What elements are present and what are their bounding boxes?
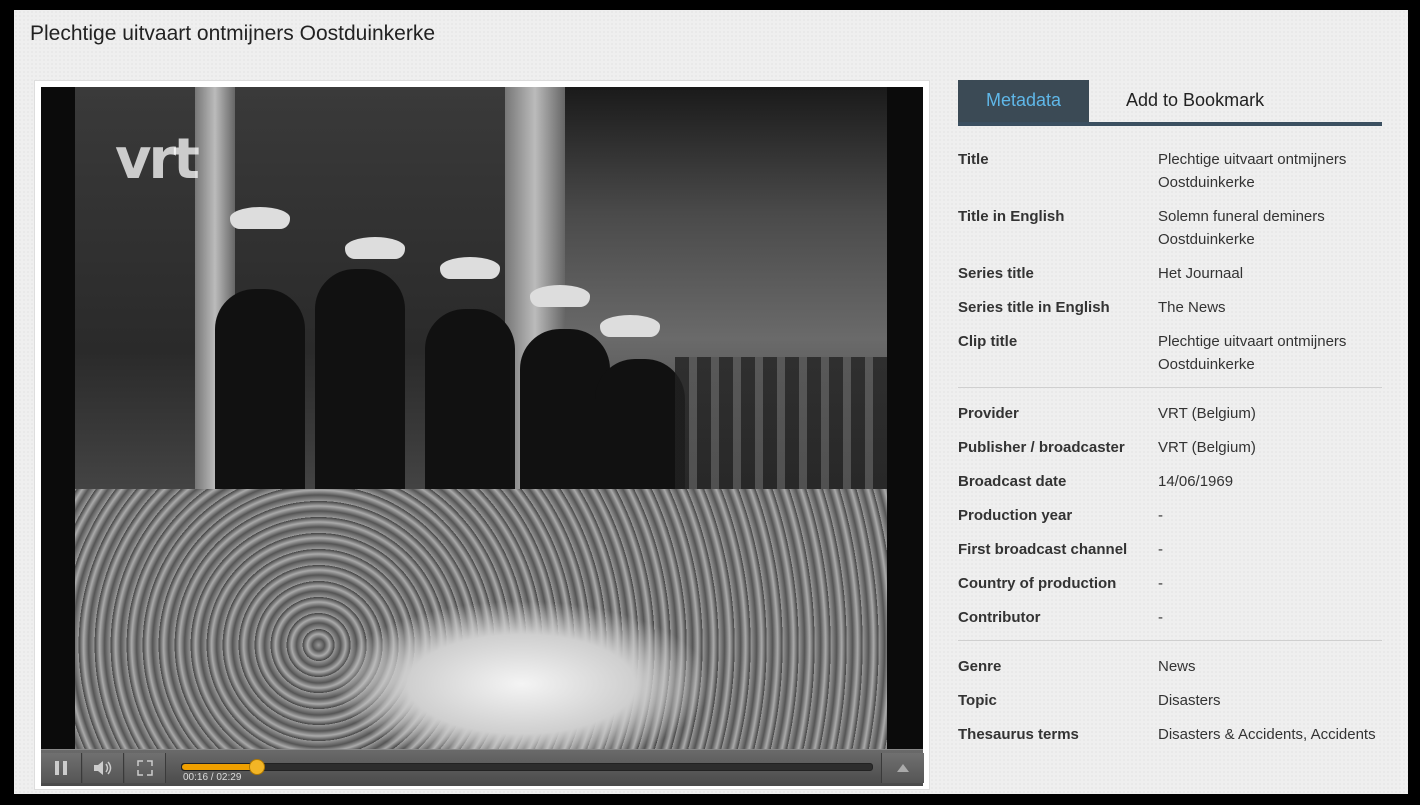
metadata-value: Disasters & Accidents, Accidents xyxy=(1158,726,1376,743)
video-flowers xyxy=(75,489,887,749)
metadata-row: Thesaurus terms Disasters & Accidents, Ac… xyxy=(958,723,1382,746)
metadata-value: Het Journaal xyxy=(1158,265,1244,282)
page-title: Plechtige uitvaart ontmijners Oostduinke… xyxy=(30,22,436,45)
metadata-row: Topic Disasters xyxy=(958,689,1382,712)
metadata-key: Country of production xyxy=(958,575,1117,592)
video-display[interactable]: vrt xyxy=(41,87,923,749)
metadata-key: Provider xyxy=(958,405,1019,422)
metadata-value: VRT (Belgium) xyxy=(1158,439,1256,456)
metadata-key: Production year xyxy=(958,507,1073,524)
fullscreen-icon xyxy=(137,760,153,776)
metadata-key: Publisher / broadcaster xyxy=(958,439,1125,456)
video-figure-cap xyxy=(345,237,405,259)
player-controls: 00:16 / 02:29 xyxy=(41,749,924,786)
metadata-key: Title in English xyxy=(958,208,1065,225)
progress-fill xyxy=(182,764,257,770)
tab-add-to-bookmark[interactable]: Add to Bookmark xyxy=(1098,80,1292,122)
metadata-row: Series title in English The News xyxy=(958,296,1382,319)
metadata-value: - xyxy=(1158,541,1163,558)
volume-icon xyxy=(94,761,112,775)
metadata-value: Plechtige uitvaart ontmijners Oostduinke… xyxy=(1158,151,1347,191)
metadata-key: Series title in English xyxy=(958,299,1110,316)
metadata-key: Topic xyxy=(958,692,997,709)
vrt-logo: vrt xyxy=(115,127,200,192)
metadata-row: Series title Het Journaal xyxy=(958,262,1382,285)
metadata-key: Clip title xyxy=(958,333,1018,350)
metadata-key: Series title xyxy=(958,265,1034,282)
metadata-key: Genre xyxy=(958,658,1002,675)
metadata-value: 14/06/1969 xyxy=(1158,473,1234,490)
metadata-row: Provider VRT (Belgium) xyxy=(958,402,1382,425)
volume-button[interactable] xyxy=(83,753,124,783)
metadata-key: Title xyxy=(958,151,989,168)
metadata-value: Solemn funeral deminers Oostduinkerke xyxy=(1158,208,1325,248)
metadata-value: News xyxy=(1158,658,1196,675)
video-crowd xyxy=(675,357,887,507)
metadata-row: Publisher / broadcaster VRT (Belgium) xyxy=(958,436,1382,459)
video-figure-cap xyxy=(600,315,660,337)
metadata-value: The News xyxy=(1158,299,1226,316)
page: Plechtige uitvaart ontmijners Oostduinke… xyxy=(14,10,1408,794)
metadata-key: Thesaurus terms xyxy=(958,726,1079,743)
metadata-value: - xyxy=(1158,575,1163,592)
tab-bar: Metadata Add to Bookmark xyxy=(958,80,1382,126)
divider xyxy=(958,640,1382,641)
fullscreen-button[interactable] xyxy=(125,753,166,783)
video-frame: vrt xyxy=(75,87,887,749)
metadata-key: Contributor xyxy=(958,609,1041,626)
metadata-value: VRT (Belgium) xyxy=(1158,405,1256,422)
metadata-value: Disasters xyxy=(1158,692,1221,709)
metadata-row: Clip title Plechtige uitvaart ontmijners … xyxy=(958,330,1382,376)
metadata-row: Title in English Solemn funeral deminers … xyxy=(958,205,1382,251)
video-figure-cap xyxy=(530,285,590,307)
expand-up-icon xyxy=(897,764,909,772)
metadata-value: - xyxy=(1158,507,1163,524)
metadata-row: Contributor - xyxy=(958,606,1382,629)
metadata-value: - xyxy=(1158,609,1163,626)
metadata-key: Broadcast date xyxy=(958,473,1067,490)
metadata-row: First broadcast channel - xyxy=(958,538,1382,561)
metadata-row: Genre News xyxy=(958,655,1382,678)
metadata-list: Title Plechtige uitvaart ontmijners Oostd… xyxy=(958,148,1382,746)
divider xyxy=(958,387,1382,388)
video-player: vrt 00:16 / 02:29 xyxy=(34,80,930,790)
progress-handle[interactable] xyxy=(249,759,266,775)
info-panel: Metadata Add to Bookmark Title Plechtige … xyxy=(958,80,1382,757)
expand-button[interactable] xyxy=(881,753,924,783)
tab-metadata[interactable]: Metadata xyxy=(958,80,1090,122)
pause-icon xyxy=(55,761,67,775)
metadata-key: First broadcast channel xyxy=(958,541,1128,558)
progress-area: 00:16 / 02:29 xyxy=(173,753,879,783)
video-figure-cap xyxy=(230,207,290,229)
metadata-row: Production year - xyxy=(958,504,1382,527)
metadata-row: Country of production - xyxy=(958,572,1382,595)
video-figure-cap xyxy=(440,257,500,279)
metadata-row: Title Plechtige uitvaart ontmijners Oostd… xyxy=(958,148,1382,194)
metadata-row: Broadcast date 14/06/1969 xyxy=(958,470,1382,493)
time-display: 00:16 / 02:29 xyxy=(183,772,242,783)
progress-bar[interactable] xyxy=(181,759,873,775)
metadata-value: Plechtige uitvaart ontmijners Oostduinke… xyxy=(1158,333,1347,373)
pause-button[interactable] xyxy=(41,753,82,783)
